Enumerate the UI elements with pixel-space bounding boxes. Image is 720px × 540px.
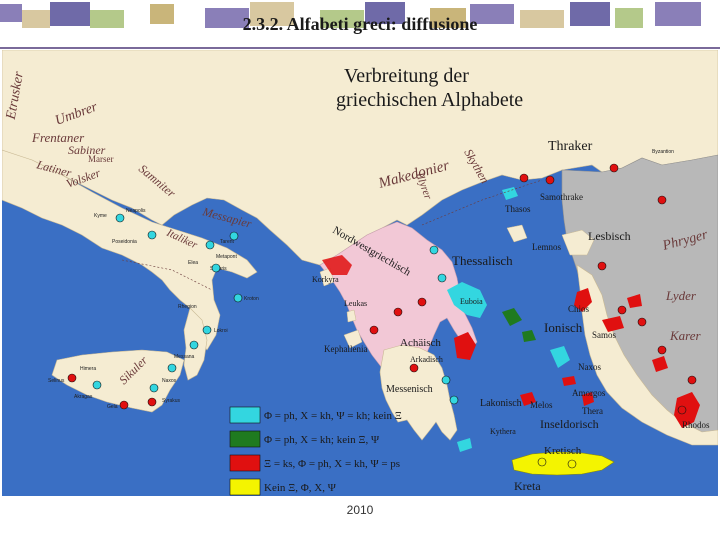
city-marker — [393, 307, 403, 317]
label-ionisch: Ionisch — [544, 320, 583, 335]
label-kephallenia: Kephallenia — [324, 344, 367, 354]
city-marker — [147, 230, 157, 240]
legend-swatch-green — [229, 430, 261, 448]
city-marker — [92, 380, 102, 390]
city-marker — [597, 261, 607, 271]
label-arkadisch: Arkadisch — [410, 355, 443, 364]
label-chios: Chios — [568, 304, 590, 314]
label-kyme: Kyme — [94, 213, 107, 219]
city-marker — [687, 375, 697, 385]
label-euboia: Euboia — [460, 297, 483, 306]
city-marker — [657, 195, 667, 205]
legend-text-red: Ξ = ks, Φ = ph, Χ = kh, Ψ = ps — [264, 458, 400, 470]
city-marker — [449, 395, 459, 405]
label-thasos: Thasos — [505, 204, 531, 214]
label-messenisch: Messenisch — [386, 384, 433, 395]
label-elea: Elea — [188, 260, 198, 266]
label-rhegion: Rhegion — [178, 304, 197, 310]
label-kroton: Kroton — [244, 296, 259, 302]
city-marker — [537, 457, 547, 467]
city-marker — [609, 163, 619, 173]
city-marker — [657, 345, 667, 355]
label-leukas: Leukas — [344, 299, 367, 308]
city-marker — [437, 273, 447, 283]
label-inseldorisch: Inseldorisch — [540, 417, 599, 431]
label-akragas: Akragas — [74, 394, 93, 400]
legend-text-cyan: Φ = ph, Χ = kh, Ψ = kh; kein Ξ — [264, 410, 402, 422]
city-marker — [637, 317, 647, 327]
city-marker — [67, 373, 77, 383]
legend-swatch-yellow — [229, 478, 261, 496]
label-lokroi: Lokroi — [214, 328, 228, 334]
label-syrakus: Syrakus — [162, 398, 181, 404]
label-amorgos: Amorgos — [572, 388, 606, 398]
label-achaeisch: Achäisch — [400, 337, 441, 349]
label-karer: Karer — [669, 328, 702, 343]
map-title-line1: Verbreitung der — [344, 65, 469, 87]
city-marker — [567, 459, 577, 469]
city-marker — [147, 397, 157, 407]
slide-header: 2.3.2. Alfabeti greci: diffusione — [0, 0, 720, 48]
city-marker — [189, 340, 199, 350]
label-lemnos: Lemnos — [532, 242, 561, 252]
label-kreta: Kreta — [514, 479, 541, 493]
city-marker — [167, 363, 177, 373]
slide-title: 2.3.2. Alfabeti greci: diffusione — [242, 14, 478, 34]
legend-swatch-cyan — [229, 406, 261, 424]
map-title-line2: griechischen Alphabete — [336, 89, 523, 111]
label-neapolis: Neapolis — [126, 208, 146, 214]
city-marker — [233, 293, 243, 303]
city-marker — [617, 305, 627, 315]
city-marker — [441, 375, 451, 385]
label-kretisch: Kretisch — [544, 445, 582, 457]
map: Verbreitung der griechischen Alphabete E… — [2, 50, 718, 496]
label-marser: Marser — [88, 154, 114, 164]
city-marker — [369, 325, 379, 335]
city-marker — [409, 363, 419, 373]
label-naxos-sicily: Naxos — [162, 378, 177, 384]
city-marker — [229, 231, 239, 241]
label-poseidonia: Poseidonia — [112, 239, 137, 245]
legend-swatch-red — [229, 454, 261, 472]
label-selinus: Selinus — [48, 378, 65, 384]
city-marker — [429, 245, 439, 255]
label-melos: Melos — [530, 400, 553, 410]
label-kythera: Kythera — [490, 427, 516, 436]
label-samos: Samos — [592, 330, 617, 340]
footer-year: 2010 — [346, 503, 374, 517]
label-lesbisch: Lesbisch — [588, 229, 631, 243]
label-naxos: Naxos — [578, 362, 601, 372]
header-divider — [0, 47, 720, 49]
legend-text-green: Φ = ph, Χ = kh; kein Ξ, Ψ — [264, 434, 380, 446]
label-gela: Gela — [107, 404, 118, 410]
legend-text-yellow: Kein Ξ, Φ, Χ, Ψ — [264, 482, 337, 494]
city-marker — [417, 297, 427, 307]
label-samothrake: Samothrake — [540, 192, 583, 202]
city-marker — [545, 175, 555, 185]
city-marker — [205, 240, 215, 250]
label-thessalisch: Thessalisch — [452, 253, 513, 268]
label-himera: Himera — [80, 366, 96, 372]
label-byzantion: Byzantion — [652, 149, 674, 155]
label-lakonisch: Lakonisch — [480, 398, 522, 409]
city-marker — [519, 173, 529, 183]
label-thera: Thera — [582, 406, 603, 416]
label-metapont: Metapont — [216, 254, 237, 260]
label-rhodos: Rhodos — [682, 420, 710, 430]
label-thraker: Thraker — [548, 139, 593, 154]
map-svg: Verbreitung der griechischen Alphabete E… — [2, 50, 718, 496]
label-messana: Messana — [174, 354, 195, 360]
city-marker — [149, 383, 159, 393]
city-marker — [119, 400, 129, 410]
city-marker — [115, 213, 125, 223]
label-korkyra: Korkyra — [312, 275, 339, 284]
label-lyder: Lyder — [665, 288, 697, 303]
city-marker — [677, 405, 687, 415]
city-marker — [202, 325, 212, 335]
city-marker — [211, 263, 221, 273]
